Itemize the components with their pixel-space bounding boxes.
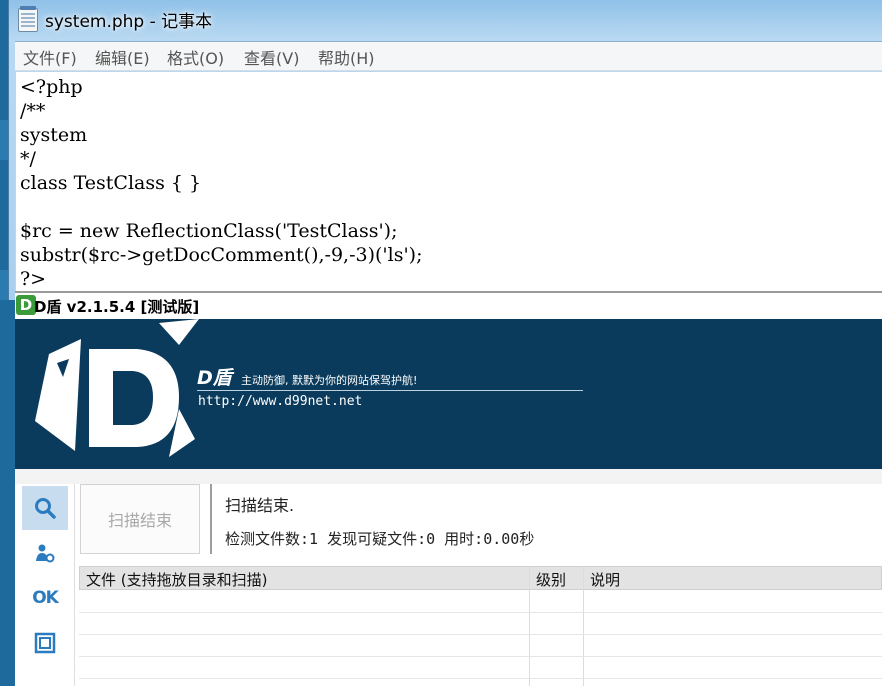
column-header-description[interactable]: 说明	[590, 569, 620, 590]
banner-divider	[197, 390, 583, 391]
table-row-line	[79, 678, 882, 679]
column-header-file[interactable]: 文件 (支持拖放目录和扫描)	[86, 569, 267, 590]
menu-view[interactable]: 查看(V)	[244, 45, 299, 69]
sidebar-ok-button[interactable]: OK	[22, 576, 68, 620]
vertical-divider	[210, 484, 212, 554]
dshield-big-logo-icon	[35, 319, 199, 457]
notepad-text-area[interactable]: <?php /** system */ class TestClass { } …	[15, 72, 882, 292]
table-row-line	[79, 612, 882, 613]
menu-file[interactable]: 文件(F)	[23, 45, 77, 69]
code-line: */	[20, 148, 36, 170]
code-line: substr($rc->getDocComment(),-9,-3)('ls')…	[20, 244, 423, 266]
table-row-line	[79, 634, 882, 635]
ok-label: OK	[32, 588, 59, 608]
sidebar-process-button[interactable]	[22, 531, 68, 575]
dshield-logo-icon: D	[16, 295, 36, 315]
column-divider	[583, 566, 584, 686]
scan-status: 扫描结束.	[225, 496, 295, 515]
code-line: $rc = new ReflectionClass('TestClass');	[20, 220, 398, 242]
dshield-sidebar: OK	[15, 484, 75, 686]
menu-format[interactable]: 格式(O)	[167, 45, 224, 69]
scan-end-button[interactable]: 扫描结束	[80, 484, 200, 554]
menu-help[interactable]: 帮助(H)	[318, 45, 375, 69]
results-table[interactable]: 文件 (支持拖放目录和扫描) 级别 说明	[79, 566, 882, 686]
code-line: system	[20, 124, 88, 146]
code-line: /**	[20, 100, 46, 122]
notepad-menu-bar: 文件(F) 编辑(E) 格式(O) 查看(V) 帮助(H)	[15, 41, 882, 71]
results-table-header: 文件 (支持拖放目录和扫描) 级别 说明	[79, 566, 882, 590]
notepad-title-bar[interactable]: system.php - 记事本	[8, 0, 882, 40]
column-divider	[529, 566, 530, 686]
notepad-icon	[18, 6, 38, 32]
column-header-level[interactable]: 级别	[536, 569, 566, 590]
table-row-line	[79, 656, 882, 657]
banner-slogan: 主动防御, 默默为你的网站保驾护航!	[241, 374, 418, 387]
dshield-banner: D盾 主动防御, 默默为你的网站保驾护航! http://www.d99net.…	[15, 319, 882, 469]
sidebar-window-button[interactable]	[22, 621, 68, 665]
dshield-title: D盾 v2.1.5.4 [测试版]	[34, 298, 200, 316]
menu-edit[interactable]: 编辑(E)	[95, 45, 150, 69]
sidebar-scan-button[interactable]	[22, 486, 68, 530]
code-line: <?php	[20, 76, 83, 98]
user-icon	[36, 544, 55, 563]
code-line: class TestClass { }	[20, 172, 202, 194]
banner-url[interactable]: http://www.d99net.net	[198, 394, 362, 409]
dshield-title-bar[interactable]: D D盾 v2.1.5.4 [测试版]	[15, 293, 882, 319]
code-line: ?>	[20, 268, 47, 290]
notepad-title: system.php - 记事本	[45, 12, 213, 32]
window-icon	[34, 632, 56, 654]
banner-brand: D盾	[197, 367, 232, 389]
scan-summary: 检测文件数:1 发现可疑文件:0 用时:0.00秒	[225, 530, 535, 548]
search-icon	[35, 498, 56, 519]
